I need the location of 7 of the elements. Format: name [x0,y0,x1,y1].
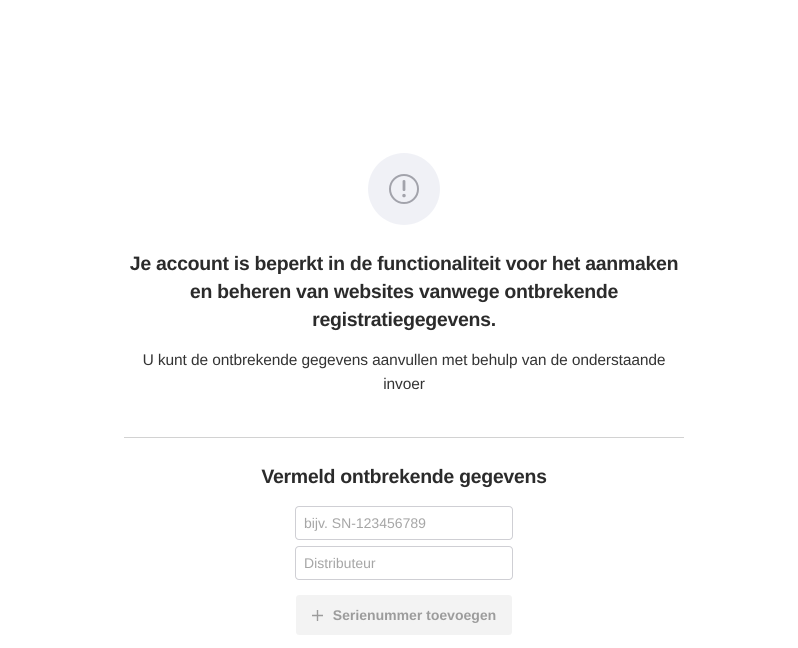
input-field[interactable]: bijv. SN-123456789 [295,506,513,540]
input-field[interactable]: Distributeur [295,546,513,580]
notice-title: Je account is beperkt in de functionaliteit voor het aanmaken en beheren van websites vanwege ontbrekende registratiegegevens. [128,252,680,333]
plus-icon [312,610,323,620]
form-title: Vermeld ontbrekende gegevens [261,465,547,490]
notice-message: U kunt de ontbrekende gegevens aanvullen met behulp van de onderstaande invoer [142,351,666,395]
exclamation-circle-icon [368,153,440,225]
